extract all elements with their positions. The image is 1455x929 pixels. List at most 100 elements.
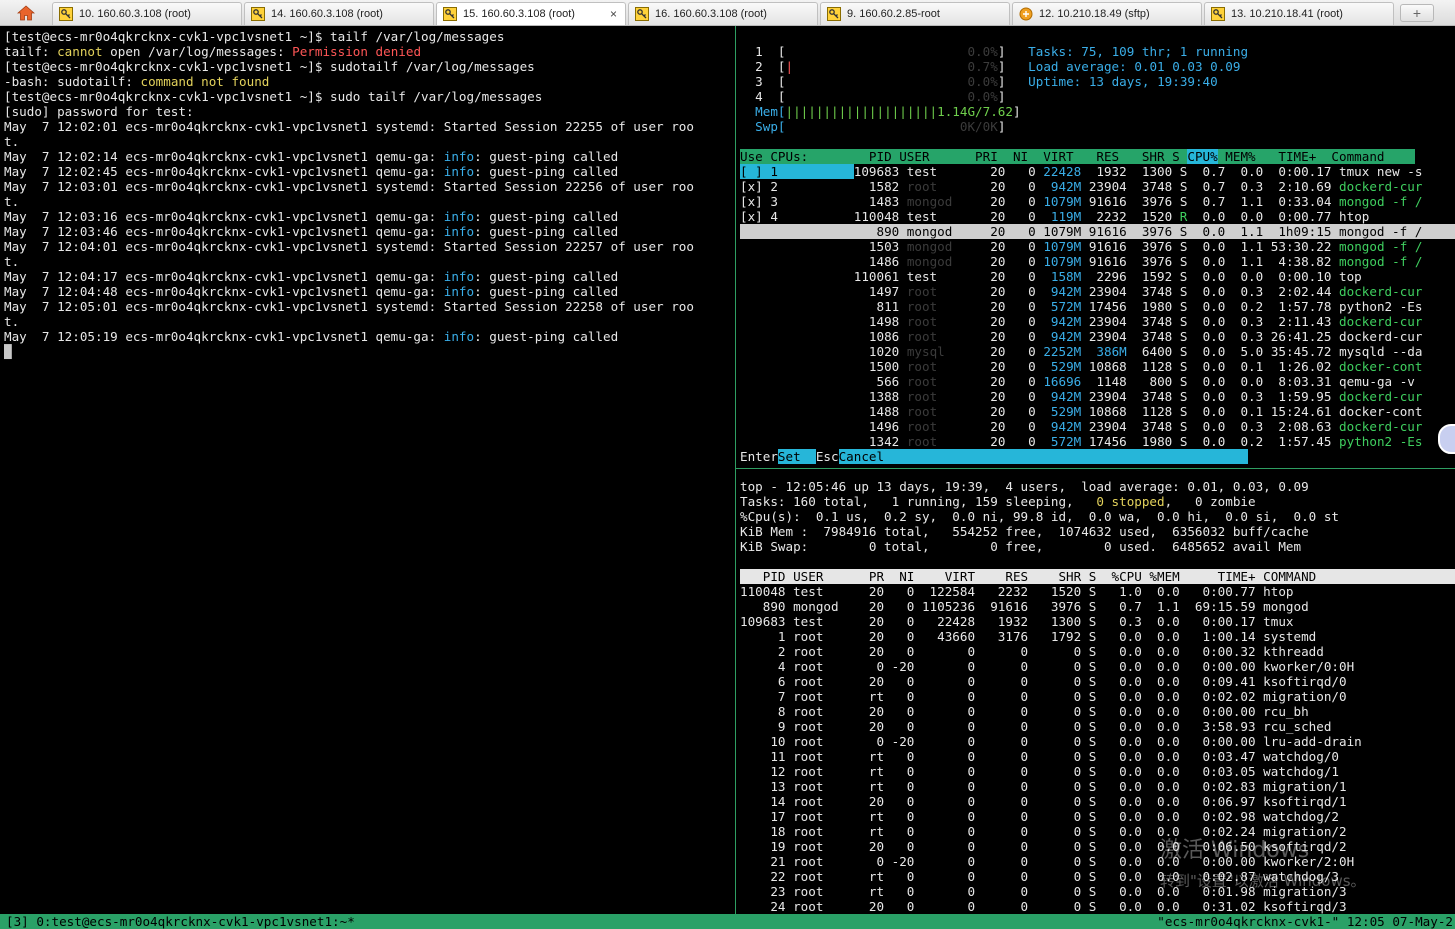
terminal-text: Mem[ bbox=[740, 104, 786, 119]
terminal-text: 75 bbox=[1081, 44, 1097, 59]
terminal-text: May 7 12:04:01 ecs-mr0o4qkrcknx-cvk1-vpc… bbox=[4, 239, 694, 254]
log-line: May 7 12:02:45 ecs-mr0o4qkrcknx-cvk1-vpc… bbox=[4, 164, 734, 179]
htop-row: 1500 root 20 0 529M 10868 1128 S 0.0 0.1… bbox=[740, 359, 1455, 374]
top-pane[interactable]: top - 12:05:46 up 13 days, 19:39, 4 user… bbox=[740, 479, 1455, 914]
windows-activation-watermark: 激活 Windows bbox=[1160, 838, 1310, 863]
terminal-text: 17456 1980 S 0.0 0.2 1:57.78 python2 -Es bbox=[1081, 299, 1423, 314]
tab-5[interactable]: 9. 160.60.2.85-root bbox=[820, 2, 1010, 25]
terminal-text: 1503 bbox=[868, 239, 907, 254]
tab-2[interactable]: 14. 160.60.3.108 (root) bbox=[244, 2, 434, 25]
terminal-text: 20 0 bbox=[975, 359, 1051, 374]
terminal-text: 91616 3976 S 0.0 1.1 53:30.22 bbox=[1081, 239, 1340, 254]
terminal-text: root bbox=[906, 299, 976, 314]
terminal-text: 109683 test 20 0 22428 1932 1300 S 0.3 0… bbox=[740, 614, 1294, 629]
log-line: -bash: sudotailf: command not found bbox=[4, 74, 734, 89]
tmux-window-list[interactable]: [3] 0:test@ecs-mr0o4qkrcknx-cvk1-vpc1vsn… bbox=[6, 914, 355, 929]
terminal-text: mongod bbox=[906, 254, 976, 269]
pane-divider-horizontal[interactable] bbox=[736, 468, 1455, 469]
terminal-text: 110048 test 20 0 bbox=[853, 209, 1051, 224]
terminal-text: 20 0 bbox=[975, 419, 1051, 434]
tab-1[interactable]: 10. 160.60.3.108 (root) bbox=[52, 2, 242, 25]
floating-avatar-icon[interactable] bbox=[1438, 424, 1455, 454]
top-row: 7 root rt 0 0 0 0 S 0.0 0.0 0:02.02 migr… bbox=[740, 689, 1455, 704]
terminal-text: PID USER PRI NI VIRT RES SHR S bbox=[853, 149, 1188, 164]
htop-row: 1497 root 20 0 942M 23904 3748 S 0.0 0.3… bbox=[740, 284, 1455, 299]
terminal-text: [x] 4 bbox=[740, 209, 854, 224]
htop-row: 1388 root 20 0 942M 23904 3748 S 0.0 0.3… bbox=[740, 389, 1455, 404]
terminal-text: CPU% bbox=[1187, 149, 1218, 164]
tailf-log-pane[interactable]: [test@ecs-mr0o4qkrcknx-cvk1-vpc1vsnet1 ~… bbox=[4, 29, 734, 913]
terminal-text: 0K/0K bbox=[785, 119, 998, 134]
top-row: 13 root rt 0 0 0 0 S 0.0 0.0 0:02.83 mig… bbox=[740, 779, 1455, 794]
top-row: 14 root 20 0 0 0 0 S 0.0 0.0 0:06.97 kso… bbox=[740, 794, 1455, 809]
home-icon[interactable] bbox=[0, 1, 52, 25]
terminal-text: 4 root 0 -20 0 0 0 S 0.0 0.0 0:00.00 kwo… bbox=[740, 659, 1355, 674]
terminal-text: | bbox=[785, 59, 794, 74]
terminal-text: 22428 bbox=[1043, 164, 1082, 179]
tab-label: 15. 160.60.3.108 (root) bbox=[463, 8, 575, 20]
htop-pane[interactable]: 1 [ 0.0%] Tasks: 75, 109 thr; 1 running … bbox=[740, 44, 1455, 466]
tab-6[interactable]: 12. 10.210.18.49 (sftp) bbox=[1012, 2, 1202, 25]
terminal-text: 942M bbox=[1050, 314, 1082, 329]
terminal-text: 0.0% bbox=[785, 89, 998, 104]
terminal-text: KiB Swap: 0 total, 0 free, 0 used. 64856… bbox=[740, 539, 1302, 554]
terminal-text: 1 root 20 0 43660 3176 1792 S 0.0 0.0 1:… bbox=[740, 629, 1317, 644]
terminal-text: 110061 test 20 0 bbox=[853, 269, 1051, 284]
htop-row: 1486 mongod 20 0 1079M 91616 3976 S 0.0 … bbox=[740, 254, 1455, 269]
terminal-text: info bbox=[443, 329, 475, 344]
tab-4[interactable]: 16. 160.60.3.108 (root) bbox=[628, 2, 818, 25]
terminal-text: Swp[ bbox=[740, 119, 786, 134]
key-icon bbox=[827, 7, 841, 21]
terminal-text: mongod -f / bbox=[1339, 194, 1423, 209]
log-line: May 7 12:05:19 ecs-mr0o4qkrcknx-cvk1-vpc… bbox=[4, 329, 734, 344]
terminal-text: 20 0 bbox=[975, 434, 1051, 449]
terminal-text: docker-cont bbox=[1339, 359, 1423, 374]
windows-activation-watermark-subtitle: 转到"设置"以激活 Windows。 bbox=[1160, 872, 1366, 890]
tab-label: 14. 160.60.3.108 (root) bbox=[271, 8, 383, 20]
terminal-text: 20 0 bbox=[975, 389, 1051, 404]
terminal-text: , 109 thr; 1 running bbox=[1096, 44, 1249, 59]
terminal-text: , 0 zombie bbox=[1164, 494, 1256, 509]
top-row: 24 root 20 0 0 0 0 S 0.0 0.0 0:31.02 kso… bbox=[740, 899, 1455, 914]
terminal-text: : guest-ping called bbox=[474, 269, 619, 284]
tab-7[interactable]: 13. 10.210.18.41 (root) bbox=[1204, 2, 1394, 25]
terminal-text: [x] 3 bbox=[740, 194, 869, 209]
terminal-text: 6 root 20 0 0 0 0 S 0.0 0.0 0:09.41 ksof… bbox=[740, 674, 1347, 689]
pane-divider-vertical[interactable] bbox=[735, 26, 736, 914]
terminal-text: 20 0 bbox=[975, 374, 1044, 389]
terminal-text: 1079M bbox=[1043, 194, 1082, 209]
terminal-text: : guest-ping called bbox=[474, 209, 619, 224]
terminal-text: Permission denied bbox=[292, 44, 422, 59]
terminal-text: May 7 12:03:01 ecs-mr0o4qkrcknx-cvk1-vpc… bbox=[4, 179, 694, 194]
terminal-text: PID USER PR NI VIRT RES SHR S %CPU %MEM … bbox=[740, 569, 1355, 584]
tab-label: 16. 160.60.3.108 (root) bbox=[655, 8, 767, 20]
htop-row: [x] 4 110048 test 20 0 119M 2232 1520 R … bbox=[740, 209, 1455, 224]
top-row: 6 root 20 0 0 0 0 S 0.0 0.0 0:09.41 ksof… bbox=[740, 674, 1455, 689]
new-tab-button[interactable]: + bbox=[1400, 4, 1434, 22]
terminal-text: info bbox=[443, 224, 475, 239]
htop-row: Swp[ 0K/0K] bbox=[740, 119, 1455, 134]
top-row: 109683 test 20 0 22428 1932 1300 S 0.3 0… bbox=[740, 614, 1455, 629]
terminal-text: May 7 12:04:17 ecs-mr0o4qkrcknx-cvk1-vpc… bbox=[4, 269, 444, 284]
terminal-text: Esc bbox=[815, 449, 839, 464]
terminal-text: 572M bbox=[1050, 434, 1082, 449]
tab-3[interactable]: 15. 160.60.3.108 (root) × bbox=[436, 2, 626, 25]
terminal-text: 14 root 20 0 0 0 0 S 0.0 0.0 0:06.97 kso… bbox=[740, 794, 1347, 809]
terminal-text: : guest-ping called bbox=[474, 149, 619, 164]
terminal-text: 1582 bbox=[868, 179, 907, 194]
terminal-text: Uptime: bbox=[1028, 74, 1089, 89]
tab-label: 13. 10.210.18.41 (root) bbox=[1231, 8, 1343, 20]
close-tab-icon[interactable]: × bbox=[610, 7, 617, 21]
key-icon bbox=[59, 7, 73, 21]
top-row: 4 root 0 -20 0 0 0 S 0.0 0.0 0:00.00 kwo… bbox=[740, 659, 1455, 674]
terminal-text: 2232 1520 bbox=[1081, 209, 1180, 224]
terminal-text: root bbox=[906, 389, 976, 404]
htop-row: [x] 2 1582 root 20 0 942M 23904 3748 S 0… bbox=[740, 179, 1455, 194]
